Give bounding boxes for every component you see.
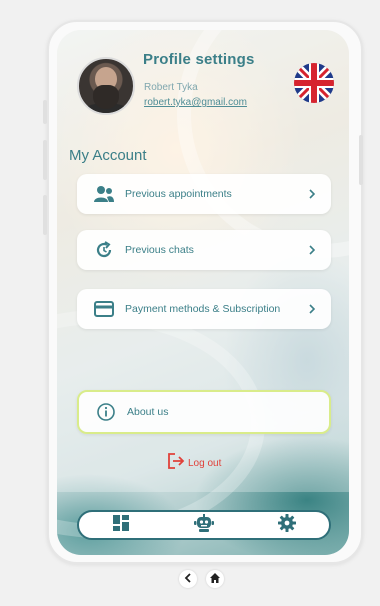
- logout-label: Log out: [188, 457, 222, 469]
- menu-item-payment-methods[interactable]: Payment methods & Subscription: [77, 289, 331, 329]
- back-button[interactable]: [179, 570, 197, 588]
- system-navigation: [179, 570, 233, 588]
- page-title: Profile settings: [143, 51, 255, 68]
- avatar[interactable]: [77, 57, 135, 115]
- volume-button: [43, 100, 47, 124]
- profile-name: Robert Tyka: [144, 82, 198, 93]
- chevron-right-icon: [307, 188, 317, 200]
- section-title: My Account: [69, 147, 147, 164]
- logout-button[interactable]: Log out: [167, 453, 221, 473]
- chevron-right-icon: [307, 244, 317, 256]
- about-us-button[interactable]: About us: [77, 390, 331, 434]
- gear-icon: [278, 514, 297, 536]
- bottom-tab-bar: [77, 510, 331, 540]
- volume-button: [43, 140, 47, 180]
- logout-icon: [167, 453, 185, 473]
- menu-item-previous-chats[interactable]: Previous chats: [77, 230, 331, 270]
- chat-history-icon: [93, 239, 115, 261]
- avatar-beard: [93, 85, 119, 109]
- menu-item-label: Previous chats: [125, 244, 194, 256]
- volume-button: [43, 195, 47, 235]
- menu-item-label: Payment methods & Subscription: [125, 303, 281, 315]
- home-icon: [210, 572, 220, 586]
- menu-item-label: Previous appointments: [125, 188, 232, 200]
- home-button[interactable]: [206, 570, 224, 588]
- app-screen: Profile settings Robert Tyka robert.tyka…: [57, 30, 349, 555]
- profile-email[interactable]: robert.tyka@gmail.com: [144, 97, 247, 108]
- menu-item-previous-appointments[interactable]: Previous appointments: [77, 174, 331, 214]
- chevron-right-icon: [307, 303, 317, 315]
- info-icon: [95, 401, 117, 423]
- robot-icon: [193, 514, 214, 536]
- credit-card-icon: [93, 298, 115, 320]
- tab-assistant[interactable]: [189, 512, 219, 538]
- back-chevron-icon: [184, 572, 192, 586]
- tab-dashboard[interactable]: [106, 512, 136, 538]
- about-us-label: About us: [127, 406, 169, 418]
- uk-flag-icon[interactable]: [294, 63, 334, 103]
- power-button: [359, 135, 363, 185]
- dashboard-icon: [112, 515, 129, 535]
- people-icon: [93, 183, 115, 205]
- tab-settings[interactable]: [272, 512, 302, 538]
